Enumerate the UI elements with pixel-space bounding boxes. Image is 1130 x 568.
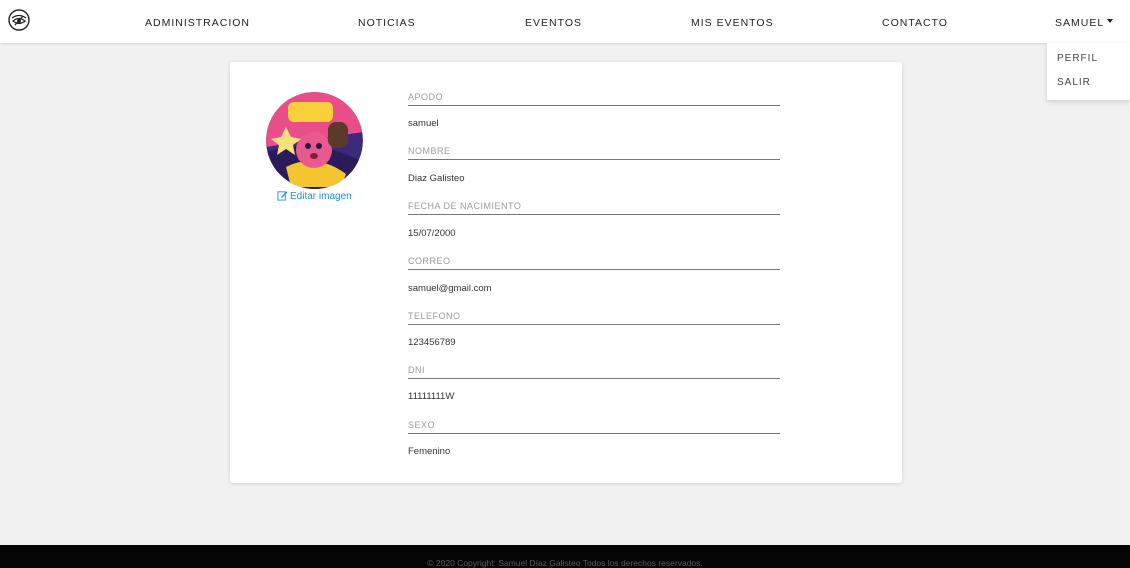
edit-icon [277, 191, 288, 201]
field-value-fecha: 15/07/2000 [408, 228, 456, 239]
dropdown-item-perfil[interactable]: PERFIL [1057, 53, 1098, 64]
field-label-nombre: NOMBRE [408, 146, 780, 160]
field-value-apodo: samuel [408, 118, 439, 129]
field-value-sexo: Femenino [408, 446, 451, 457]
user-dropdown-menu: PERFIL SALIR [1047, 43, 1130, 100]
nav-link-contacto[interactable]: CONTACTO [882, 0, 948, 43]
user-menu-toggle[interactable]: SAMUEL [1055, 0, 1114, 43]
edit-image-label: Editar imagen [290, 191, 352, 202]
nav-link-eventos[interactable]: EVENTOS [525, 0, 582, 43]
field-label-correo: CORREO [408, 256, 780, 270]
profile-avatar [266, 92, 363, 189]
field-value-dni: 11111111W [408, 391, 455, 402]
profile-card: Editar imagen APODO samuel NOMBRE Diaz G… [230, 62, 902, 483]
edit-image-link[interactable]: Editar imagen [277, 190, 352, 202]
nav-link-noticias[interactable]: NOTICIAS [358, 0, 416, 43]
footer: © 2020 Copyright: Samuel Díaz Galisteo T… [0, 545, 1130, 568]
field-label-apodo: APODO [408, 92, 780, 106]
navbar: ADMINISTRACION NOTICIAS EVENTOS MIS EVEN… [0, 0, 1130, 43]
caret-down-icon [1107, 19, 1114, 24]
field-value-correo: samuel@gmail.com [408, 283, 492, 294]
field-value-nombre: Diaz Galisteo [408, 173, 465, 184]
nav-link-mis-eventos[interactable]: MIS EVENTOS [691, 0, 774, 43]
nav-link-administracion[interactable]: ADMINISTRACION [145, 0, 250, 43]
footer-copyright: © 2020 Copyright: Samuel Díaz Galisteo T… [427, 558, 703, 568]
field-label-dni: DNI [408, 365, 780, 379]
field-label-sexo: SEXO [408, 420, 780, 434]
dropdown-item-salir[interactable]: SALIR [1057, 77, 1091, 88]
eye-logo-icon[interactable] [8, 9, 30, 31]
field-label-telefono: TELEFONO [408, 311, 780, 325]
field-value-telefono: 123456789 [408, 337, 456, 348]
field-label-fecha: FECHA DE NACIMIENTO [408, 201, 780, 215]
user-name: SAMUEL [1055, 17, 1105, 29]
